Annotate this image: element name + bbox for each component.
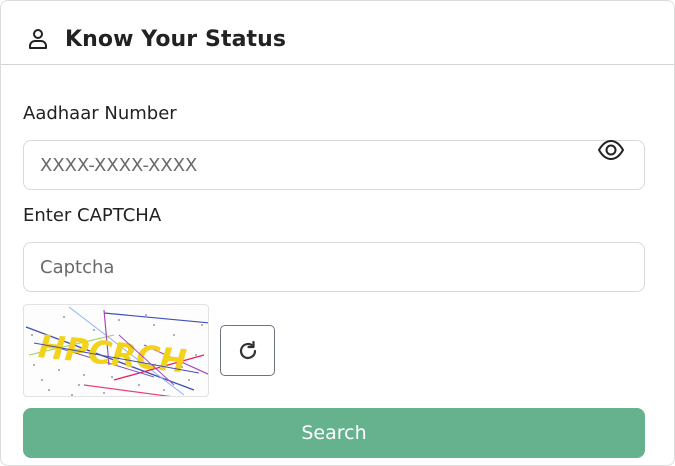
captcha-graphic: HPCRCH [25, 306, 208, 396]
refresh-icon [239, 340, 257, 360]
eye-icon[interactable] [597, 139, 625, 161]
captcha-input[interactable] [23, 242, 645, 292]
aadhaar-label: Aadhaar Number [23, 103, 177, 124]
captcha-image: HPCRCH [23, 304, 209, 397]
card-header: Know Your Status [1, 1, 674, 65]
captcha-label: Enter CAPTCHA [23, 205, 162, 226]
search-button[interactable]: Search [23, 408, 645, 458]
page-title: Know Your Status [65, 27, 287, 52]
person-icon [29, 29, 47, 49]
captcha-text: HPCRCH [37, 327, 189, 380]
refresh-captcha-button[interactable] [220, 325, 275, 376]
aadhaar-input[interactable] [23, 140, 645, 190]
know-your-status-card: Know Your Status Aadhaar Number Enter CA… [0, 0, 675, 466]
